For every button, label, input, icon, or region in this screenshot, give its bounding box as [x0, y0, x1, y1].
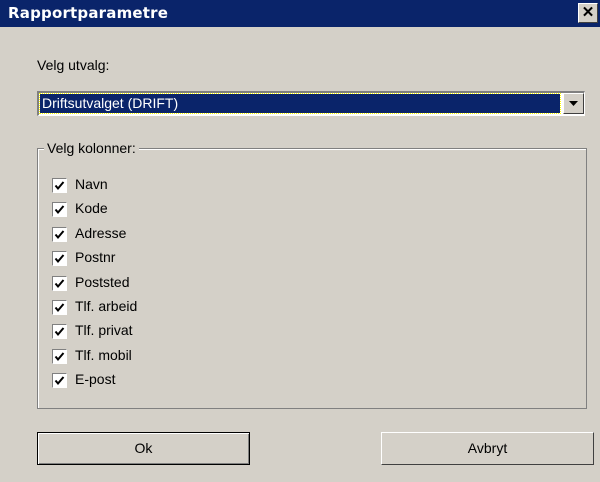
checkmark-icon	[54, 181, 65, 191]
checkmark-icon	[54, 376, 65, 386]
column-checkbox[interactable]	[52, 251, 67, 266]
column-checkbox-label: E-post	[75, 371, 116, 387]
column-checkbox[interactable]	[52, 324, 67, 339]
selection-dropdown-value: Driftsutvalget (DRIFT)	[39, 93, 561, 114]
column-checkbox[interactable]	[52, 202, 67, 217]
column-checkbox[interactable]	[52, 373, 67, 388]
column-checkbox[interactable]	[52, 276, 67, 291]
checkmark-icon	[54, 327, 65, 337]
column-checkbox-label: Tlf. mobil	[75, 347, 132, 363]
checkmark-icon	[54, 303, 65, 313]
checkmark-icon	[54, 352, 65, 362]
column-checkbox-label: Poststed	[75, 274, 130, 290]
selection-dropdown[interactable]: Driftsutvalget (DRIFT)	[37, 91, 585, 116]
selection-label: Velg utvalg:	[37, 57, 110, 73]
ok-button[interactable]: Ok	[37, 432, 250, 465]
cancel-button[interactable]: Avbryt	[381, 432, 594, 465]
column-checkbox[interactable]	[52, 300, 67, 315]
report-parameters-dialog: Rapportparametre ✕ Velg utvalg: Driftsut…	[0, 0, 600, 482]
checkmark-icon	[54, 254, 65, 264]
column-checkbox-label: Tlf. privat	[75, 322, 133, 338]
column-checkbox[interactable]	[52, 349, 67, 364]
column-checkbox[interactable]	[52, 227, 67, 242]
column-checkbox[interactable]	[52, 178, 67, 193]
column-checkbox-label: Tlf. arbeid	[75, 298, 138, 314]
checkmark-icon	[54, 205, 65, 215]
chevron-down-icon	[569, 101, 578, 106]
column-checkbox-label: Adresse	[75, 225, 127, 241]
columns-legend: Velg kolonner:	[44, 140, 139, 156]
dropdown-arrow-button[interactable]	[563, 93, 584, 114]
close-icon: ✕	[581, 4, 595, 21]
column-checkbox-label: Navn	[75, 176, 108, 192]
window-title: Rapportparametre	[8, 4, 169, 22]
column-checkbox-label: Kode	[75, 200, 108, 216]
checkmark-icon	[54, 279, 65, 289]
checkmark-icon	[54, 230, 65, 240]
title-bar[interactable]: Rapportparametre ✕	[0, 0, 600, 27]
column-checkbox-label: Postnr	[75, 249, 116, 265]
close-button[interactable]: ✕	[578, 3, 598, 23]
